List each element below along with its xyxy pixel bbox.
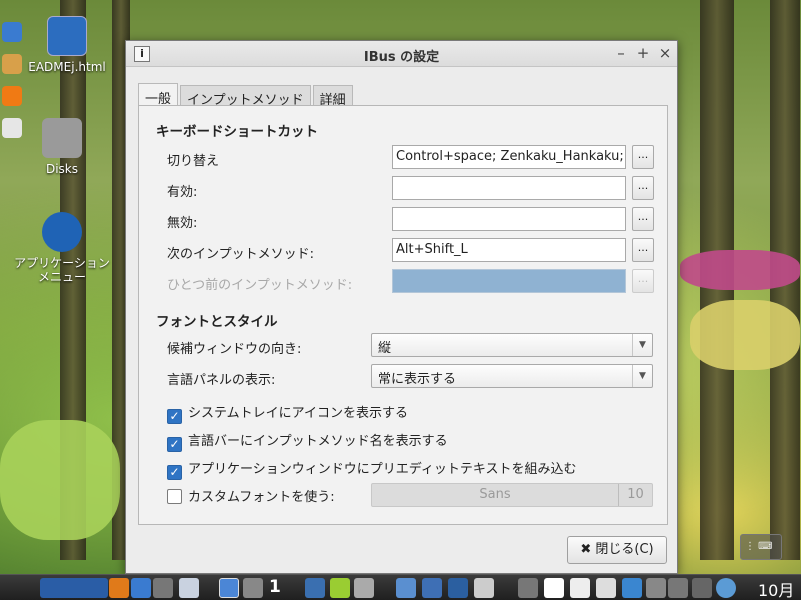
maximize-icon[interactable]: + (635, 44, 651, 62)
globe-icon (47, 16, 87, 56)
enable-shortcut-field[interactable] (392, 176, 626, 200)
keyboard-shortcuts-heading: キーボードショートカット (156, 124, 318, 140)
workspace-1-icon[interactable] (219, 578, 239, 598)
next-method-shortcut-button[interactable]: ... (632, 238, 654, 262)
start-menu-icon[interactable] (40, 578, 108, 598)
tab-input-methods[interactable]: インプットメソッド (180, 85, 311, 108)
workspace-number: 1 (269, 577, 281, 597)
minimize-icon[interactable]: – (613, 44, 629, 62)
checkmark-icon: ✓ (167, 409, 182, 424)
info-icon[interactable] (596, 578, 616, 598)
titlebar[interactable]: i IBus の設定 – + × (126, 41, 677, 67)
camera-icon[interactable] (153, 578, 173, 598)
browser-icon[interactable] (2, 22, 22, 42)
network-status-icon[interactable] (692, 578, 712, 598)
update-icon[interactable] (716, 578, 736, 598)
language-panel-label: 言語パネルの表示: (167, 373, 276, 388)
tab-bar: 一般 インプットメソッド 詳細 (138, 83, 355, 108)
close-button-label: 閉じる(C) (595, 542, 654, 557)
desktop-icon-label: Disks (45, 162, 79, 176)
embed-preedit-checkbox[interactable]: ✓ アプリケーションウィンドウにプリエディットテキストを組み込む (167, 458, 576, 480)
checkbox-empty-icon (167, 489, 182, 504)
chevron-down-icon: ▼ (632, 365, 652, 387)
switch-shortcut-button[interactable]: ... (632, 145, 654, 169)
prev-method-label: ひとつ前のインプットメソッド: (167, 278, 353, 293)
network-icon[interactable] (131, 578, 151, 598)
show-tray-icon-checkbox[interactable]: ✓ システムトレイにアイコンを表示する (167, 402, 408, 424)
ibus-settings-window: i IBus の設定 – + × 一般 インプットメソッド 詳細 キーボードショ… (125, 40, 678, 574)
japanese-flag-icon[interactable] (544, 578, 564, 598)
volume-icon[interactable] (646, 578, 666, 598)
file-manager-icon[interactable] (396, 578, 416, 598)
orientation-label: 候補ウィンドウの向き: (167, 342, 302, 357)
calculator-icon[interactable] (474, 578, 494, 598)
wallpaper-flowers (690, 300, 800, 370)
battery-icon[interactable] (668, 578, 688, 598)
wallpaper-flowers (0, 420, 120, 540)
font-size: 10 (618, 484, 652, 506)
keyboard-layout-icon[interactable] (570, 578, 590, 598)
close-x-icon: ✖ (580, 542, 592, 557)
next-method-shortcut-field[interactable]: Alt+Shift_L (392, 238, 626, 262)
show-desktop-icon[interactable] (179, 578, 199, 598)
window-title: IBus の設定 (363, 50, 440, 65)
prev-method-shortcut-button: ... (632, 269, 654, 293)
font-style-heading: フォントとスタイル (156, 314, 278, 330)
prev-method-shortcut-field (392, 269, 626, 293)
mail-icon[interactable] (2, 54, 22, 74)
chevron-down-icon: ▼ (632, 334, 652, 356)
desktop-icon-label: アプリケーションメニュー (14, 256, 110, 284)
font-name: Sans (479, 487, 511, 502)
home-icon[interactable] (422, 578, 442, 598)
custom-font-checkbox[interactable]: カスタムフォントを使う: (167, 486, 335, 505)
language-panel-value: 常に表示する (378, 372, 457, 387)
disable-shortcut-button[interactable]: ... (632, 207, 654, 231)
switch-label: 切り替え (167, 154, 220, 169)
clock[interactable]: 10月 (758, 577, 794, 600)
general-panel: キーボードショートカット 切り替え Control+space; Zenkaku… (138, 105, 668, 525)
checkmark-icon: ✓ (167, 437, 182, 452)
arrow-left-icon[interactable] (330, 578, 350, 598)
app-launcher-icon[interactable] (305, 578, 325, 598)
wireless-icon[interactable] (622, 578, 642, 598)
language-panel-select[interactable]: 常に表示する ▼ (371, 364, 653, 388)
settings-icon[interactable] (109, 578, 129, 598)
close-button[interactable]: ✖ 閉じる(C) (567, 536, 667, 564)
checkbox-label: システムトレイにアイコンを表示する (188, 406, 408, 421)
enable-shortcut-button[interactable]: ... (632, 176, 654, 200)
keyboard-indicator-widget[interactable]: ⋮ ⌨ (740, 534, 782, 560)
lubuntu-logo-icon (42, 212, 82, 252)
checkbox-label: アプリケーションウィンドウにプリエディットテキストを組み込む (188, 462, 577, 477)
disable-label: 無効: (167, 216, 198, 231)
checkbox-label: カスタムフォントを使う: (188, 490, 335, 505)
desktop-icon-disks[interactable]: Disks (17, 118, 107, 176)
wallpaper-flowers (680, 250, 800, 290)
screenshot-icon[interactable] (518, 578, 538, 598)
switch-shortcut-field[interactable]: Control+space; Zenkaku_Hankaku; (392, 145, 626, 169)
workspace-2-icon[interactable] (243, 578, 263, 598)
monitor-icon[interactable] (448, 578, 468, 598)
disable-shortcut-field[interactable] (392, 207, 626, 231)
checkmark-icon: ✓ (167, 465, 182, 480)
vlc-icon[interactable] (2, 86, 22, 106)
orientation-select[interactable]: 縦 ▼ (371, 333, 653, 357)
tab-advanced[interactable]: 詳細 (312, 85, 353, 108)
font-chooser-button: Sans 10 (371, 483, 653, 507)
desktop-icon-label: EADMEj.html (28, 60, 106, 74)
orientation-value: 縦 (378, 341, 392, 356)
next-method-label: 次のインプットメソッド: (167, 247, 314, 262)
drive-icon[interactable] (354, 578, 374, 598)
disk-utility-icon (42, 118, 82, 158)
enable-label: 有効: (167, 185, 198, 200)
checkbox-label: 言語バーにインプットメソッド名を表示する (188, 434, 448, 449)
taskbar: 1 10月 (0, 574, 801, 600)
desktop-icon-app-menu[interactable]: アプリケーションメニュー (12, 212, 112, 284)
show-im-name-checkbox[interactable]: ✓ 言語バーにインプットメソッド名を表示する (167, 430, 448, 452)
close-icon[interactable]: × (657, 44, 673, 62)
desktop-icon-readme[interactable]: EADMEj.html (22, 16, 112, 74)
